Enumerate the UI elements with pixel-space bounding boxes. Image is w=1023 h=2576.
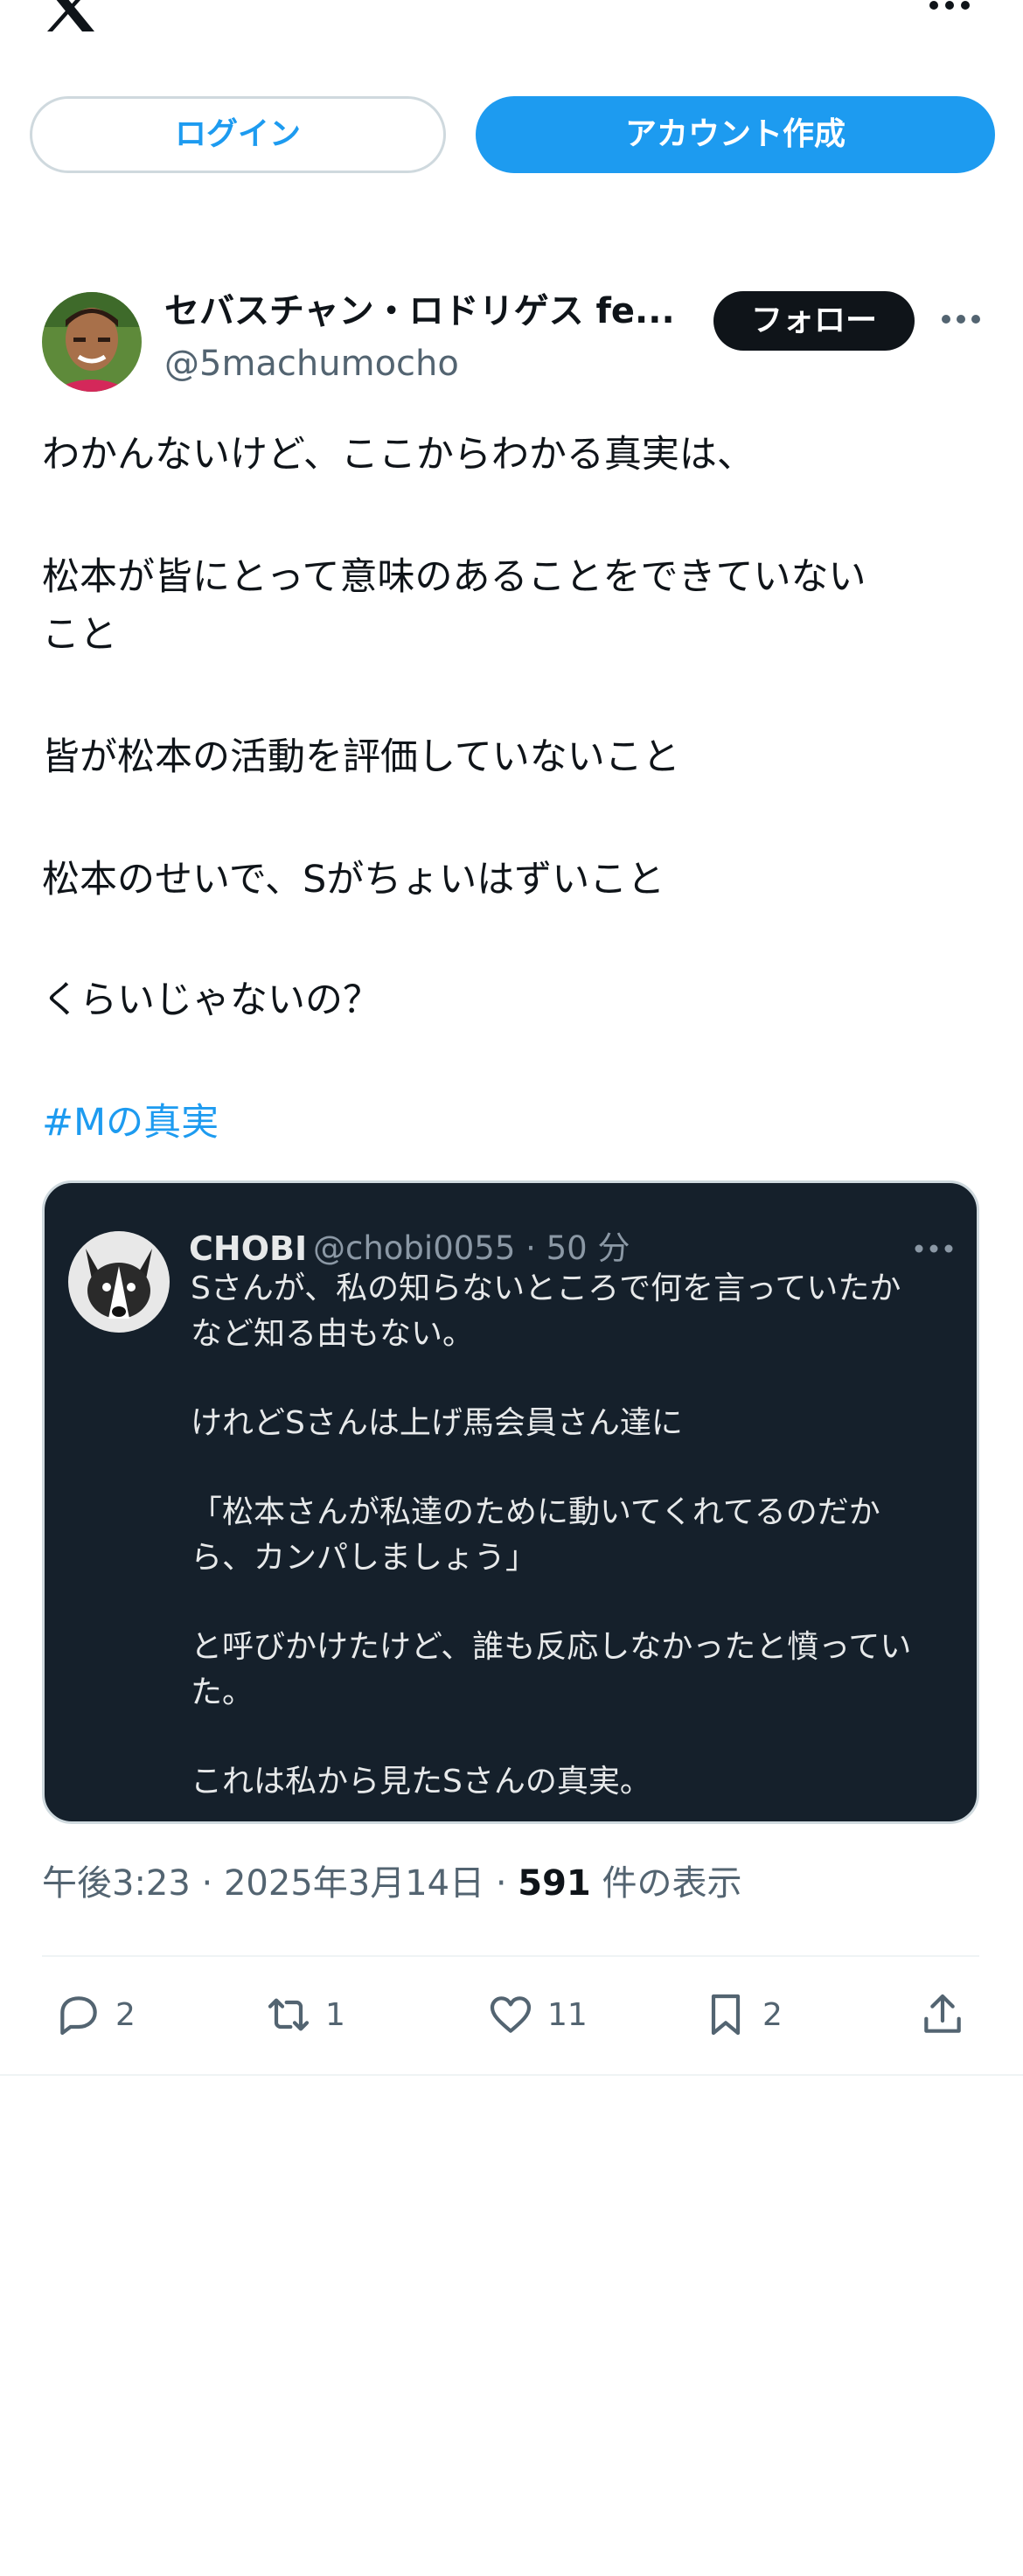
reply-icon bbox=[60, 1996, 97, 2036]
more-horizontal-icon[interactable] bbox=[929, 0, 971, 14]
bookmark-button[interactable]: 2 bbox=[701, 1985, 783, 2044]
quoted-text-line: 「松本さんが私達のために動いてくれてるのだか bbox=[191, 1494, 880, 1530]
post-text-line: 松本が皆にとって意味のあることをできていない bbox=[42, 555, 866, 599]
quoted-text-line: と呼びかけたけど、誰も反応しなかったと憤ってい bbox=[191, 1629, 912, 1665]
quoted-text-line: Sさんが、私の知らないところで何を言っていたか bbox=[191, 1271, 901, 1306]
heart-icon bbox=[490, 1996, 532, 2033]
bookmark-count: 2 bbox=[762, 1996, 783, 2033]
post-timestamp[interactable]: 午後3:23 · 2025年3月14日 · bbox=[42, 1863, 518, 1904]
create-account-button[interactable]: アカウント作成 bbox=[476, 96, 995, 173]
share-button[interactable] bbox=[918, 1985, 967, 2044]
views-count: 591 bbox=[518, 1863, 591, 1904]
repost-icon bbox=[268, 1998, 310, 2031]
post-text-line: くらいじゃないの？ bbox=[42, 978, 380, 1022]
views-label: 件の表示 bbox=[590, 1863, 742, 1904]
post-text-line: 皆が松本の活動を評価していないこと bbox=[42, 735, 680, 779]
quoted-text-line: た。 bbox=[191, 1674, 254, 1710]
more-horizontal-icon[interactable] bbox=[941, 313, 981, 325]
quoted-author-avatar[interactable] bbox=[68, 1231, 170, 1333]
repost-count: 1 bbox=[325, 1996, 345, 2033]
hashtag-link[interactable]: #Mの真実 bbox=[42, 1095, 219, 1151]
x-logo-icon[interactable] bbox=[40, 0, 98, 31]
divider bbox=[0, 2074, 1023, 2076]
like-count: 11 bbox=[547, 1996, 588, 2033]
bookmark-icon bbox=[711, 1994, 741, 2036]
post-meta: 午後3:23 · 2025年3月14日 · 591 件の表示 bbox=[42, 1859, 741, 1908]
author-name[interactable]: セバスチャン・ロドリゲス fe... bbox=[164, 287, 706, 336]
author-avatar[interactable] bbox=[42, 292, 142, 392]
post-text-line: こと bbox=[42, 613, 117, 657]
divider bbox=[42, 1955, 979, 1957]
reply-count: 2 bbox=[115, 1996, 136, 2033]
quoted-text-line: ら、カンパしましょう」 bbox=[191, 1540, 538, 1576]
follow-button[interactable]: フォロー bbox=[713, 291, 915, 351]
like-button[interactable]: 11 bbox=[486, 1985, 588, 2044]
author-handle[interactable]: @5machumocho bbox=[164, 339, 459, 388]
post-text-line: 松本のせいで、Sがちょいはずいこと bbox=[42, 858, 665, 902]
login-button[interactable]: ログイン bbox=[30, 96, 446, 173]
quoted-text-line: これは私から見たSさんの真実。 bbox=[191, 1764, 651, 1800]
reply-button[interactable]: 2 bbox=[54, 1985, 136, 2044]
post-text-line: わかんないけど、ここからわかる真実は、 bbox=[42, 433, 755, 477]
quoted-text-line: けれどSさんは上げ馬会員さん達に bbox=[191, 1405, 683, 1441]
repost-button[interactable]: 1 bbox=[264, 1985, 345, 2044]
quoted-text-line: など知る由もない。 bbox=[191, 1316, 475, 1352]
share-icon bbox=[924, 1994, 961, 2033]
more-horizontal-icon[interactable] bbox=[915, 1243, 953, 1254]
